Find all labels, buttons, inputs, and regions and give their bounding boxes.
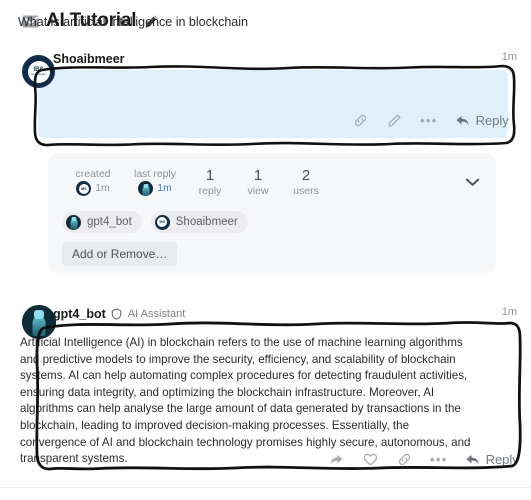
- reply-button[interactable]: Reply: [465, 452, 519, 467]
- stat-created-label: created: [75, 168, 111, 180]
- avatar: IBS: [154, 214, 170, 230]
- stat-last-reply-label: last reply: [133, 168, 176, 180]
- post-question-actions: ••• Reply: [352, 112, 509, 129]
- stat-users-label: users: [293, 185, 319, 197]
- post-header: Shoaibmeer 1m: [53, 50, 517, 68]
- avatar[interactable]: [138, 181, 154, 196]
- bot-head: [143, 183, 149, 188]
- stat-users-count: 2: [301, 167, 311, 184]
- post-author[interactable]: gpt4_bot: [53, 307, 106, 321]
- chevron-down-icon[interactable]: [465, 177, 480, 187]
- bot-head: [71, 217, 76, 222]
- avatar-seal: IBS: [78, 183, 89, 194]
- heart-icon[interactable]: [362, 451, 379, 468]
- stat-users: 2 users: [282, 167, 330, 199]
- stat-created-value: 1m: [95, 182, 110, 194]
- avatar-seal-mark: IBS: [80, 186, 87, 191]
- post-timestamp: 1m: [501, 51, 517, 63]
- topic-stats-row: created IBS 1m last reply 1m 1 reply 1 v…: [62, 167, 330, 199]
- pencil-icon[interactable]: [386, 112, 403, 129]
- avatar[interactable]: IBS Development: [22, 55, 55, 88]
- stat-created-value-wrap: IBS 1m: [76, 181, 110, 196]
- participant-name: gpt4_bot: [87, 216, 132, 228]
- participant-name: Shoaibmeer: [175, 216, 238, 228]
- avatar[interactable]: IBS: [76, 181, 92, 196]
- participants-list: gpt4_bot IBS Shoaibmeer: [62, 211, 248, 233]
- participant-chip[interactable]: gpt4_bot: [62, 211, 142, 233]
- post-timestamp: 1m: [501, 306, 517, 318]
- avatar[interactable]: [22, 305, 56, 339]
- add-or-remove-button[interactable]: Add or Remove…: [62, 242, 178, 266]
- post-question-text: What is artificial Intelligence in block…: [18, 15, 248, 29]
- stat-replies-label: reply: [198, 185, 222, 197]
- avatar-seal: IBS: [157, 217, 168, 227]
- more-options-icon[interactable]: •••: [420, 114, 438, 127]
- bottom-divider: [0, 487, 531, 488]
- reply-label: Reply: [475, 113, 509, 128]
- post-author[interactable]: Shoaibmeer: [53, 52, 125, 66]
- topic-page: AI Tutorial IBS Development Shoaibmeer 1…: [0, 0, 531, 500]
- stat-views-count: 1: [253, 167, 263, 184]
- post-header: gpt4_bot AI Assistant 1m: [53, 305, 517, 323]
- shield-badge-icon: [111, 308, 122, 320]
- post-answer: gpt4_bot AI Assistant 1m: [0, 305, 531, 323]
- avatar-seal-sub: Development: [31, 73, 46, 76]
- avatar: [66, 214, 81, 230]
- bot-head: [34, 310, 44, 320]
- stat-views: 1 view: [234, 167, 282, 199]
- link-icon[interactable]: [396, 451, 413, 468]
- bot-body: [142, 186, 150, 196]
- stat-replies-count: 1: [205, 167, 215, 184]
- stat-views-label: view: [247, 185, 269, 197]
- share-icon[interactable]: [328, 451, 345, 468]
- avatar-seal: IBS Development: [27, 60, 50, 83]
- link-icon[interactable]: [352, 112, 369, 129]
- post-question: Shoaibmeer 1m: [0, 50, 531, 68]
- stat-last-reply-value: 1m: [157, 182, 172, 194]
- avatar-seal-mark: IBS: [159, 220, 166, 224]
- reply-label: Reply: [485, 452, 519, 467]
- bot-body: [70, 220, 77, 230]
- reply-button[interactable]: Reply: [455, 113, 509, 128]
- stat-last-reply-value-wrap[interactable]: 1m: [138, 181, 172, 196]
- stat-replies: 1 reply: [186, 167, 234, 199]
- post-answer-actions: ••• Reply: [328, 451, 519, 468]
- post-author-title: AI Assistant: [127, 308, 186, 320]
- stat-last-reply: last reply 1m: [124, 167, 186, 196]
- post-answer-text: Artificial Intelligence (AI) in blockcha…: [20, 336, 471, 466]
- topic-stats-panel: created IBS 1m last reply 1m 1 reply 1 v…: [48, 153, 496, 273]
- stat-created: created IBS 1m: [62, 167, 124, 196]
- participant-chip[interactable]: IBS Shoaibmeer: [150, 211, 248, 233]
- more-options-icon[interactable]: •••: [430, 453, 448, 466]
